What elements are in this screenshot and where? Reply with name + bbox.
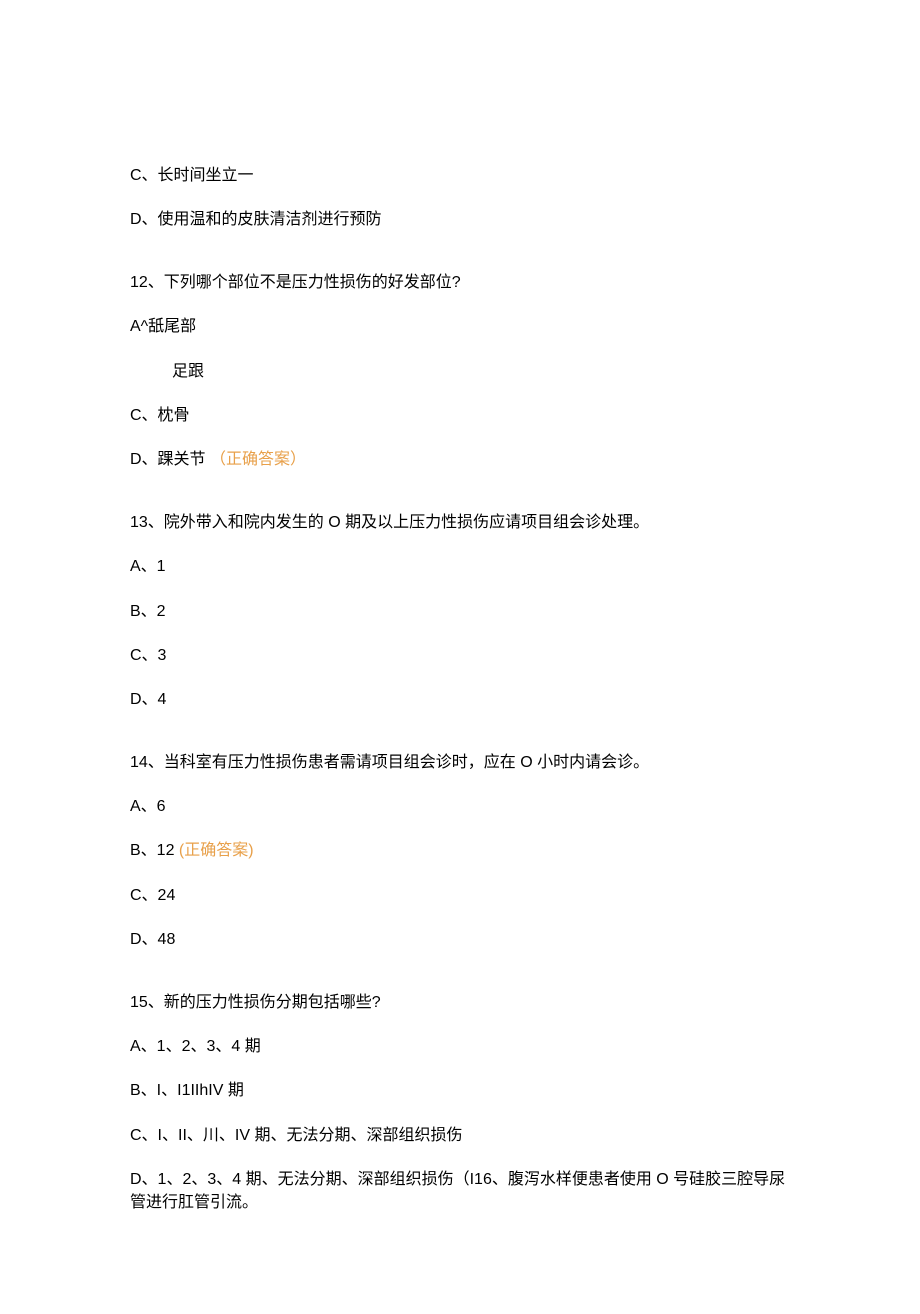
option-b-label: B、12 bbox=[130, 842, 179, 859]
correct-answer-marker: （正确答案） bbox=[210, 451, 306, 468]
option-c: C、I、II、川、IV 期、无法分期、深部组织损伤 bbox=[130, 1125, 790, 1147]
question-stem: 14、当科室有压力性损伤患者需请项目组会诊时，应在 O 小时内请会诊。 bbox=[130, 752, 790, 774]
option-c: C、3 bbox=[130, 645, 790, 667]
option-a: A、1、2、3、4 期 bbox=[130, 1036, 790, 1058]
question-11-tail: C、长时间坐立一 D、使用温和的皮肤清洁剂进行预防 bbox=[130, 165, 790, 232]
option-b: B、I、I1IIhIV 期 bbox=[130, 1080, 790, 1102]
question-stem: 12、下列哪个部位不是压力性损伤的好发部位? bbox=[130, 272, 790, 294]
option-a: A、6 bbox=[130, 796, 790, 818]
option-d: D、1、2、3、4 期、无法分期、深部组织损伤（I16、腹泻水样便患者使用 O … bbox=[130, 1169, 790, 1214]
option-c: C、24 bbox=[130, 885, 790, 907]
option-d-label: D、踝关节 bbox=[130, 451, 210, 468]
question-stem: 15、新的压力性损伤分期包括哪些? bbox=[130, 992, 790, 1014]
option-a: A、1 bbox=[130, 556, 790, 578]
option-d: D、踝关节 （正确答案） bbox=[130, 449, 790, 471]
correct-answer-marker: (正确答案) bbox=[179, 842, 254, 859]
option-c: C、长时间坐立一 bbox=[130, 165, 790, 187]
question-13: 13、院外带入和院内发生的 O 期及以上压力性损伤应请项目组会诊处理。 A、1 … bbox=[130, 512, 790, 712]
question-12: 12、下列哪个部位不是压力性损伤的好发部位? A^舐尾部 足跟 C、枕骨 D、踝… bbox=[130, 272, 790, 472]
option-b: B、12 (正确答案) bbox=[130, 840, 790, 862]
question-15: 15、新的压力性损伤分期包括哪些? A、1、2、3、4 期 B、I、I1IIhI… bbox=[130, 992, 790, 1214]
question-stem: 13、院外带入和院内发生的 O 期及以上压力性损伤应请项目组会诊处理。 bbox=[130, 512, 790, 534]
option-a: A^舐尾部 bbox=[130, 316, 790, 338]
option-d: D、48 bbox=[130, 929, 790, 951]
option-c: C、枕骨 bbox=[130, 405, 790, 427]
question-14: 14、当科室有压力性损伤患者需请项目组会诊时，应在 O 小时内请会诊。 A、6 … bbox=[130, 752, 790, 952]
option-b: B、2 bbox=[130, 601, 790, 623]
option-d: D、使用温和的皮肤清洁剂进行预防 bbox=[130, 209, 790, 231]
option-a-sub: 足跟 bbox=[130, 361, 790, 383]
option-d: D、4 bbox=[130, 689, 790, 711]
